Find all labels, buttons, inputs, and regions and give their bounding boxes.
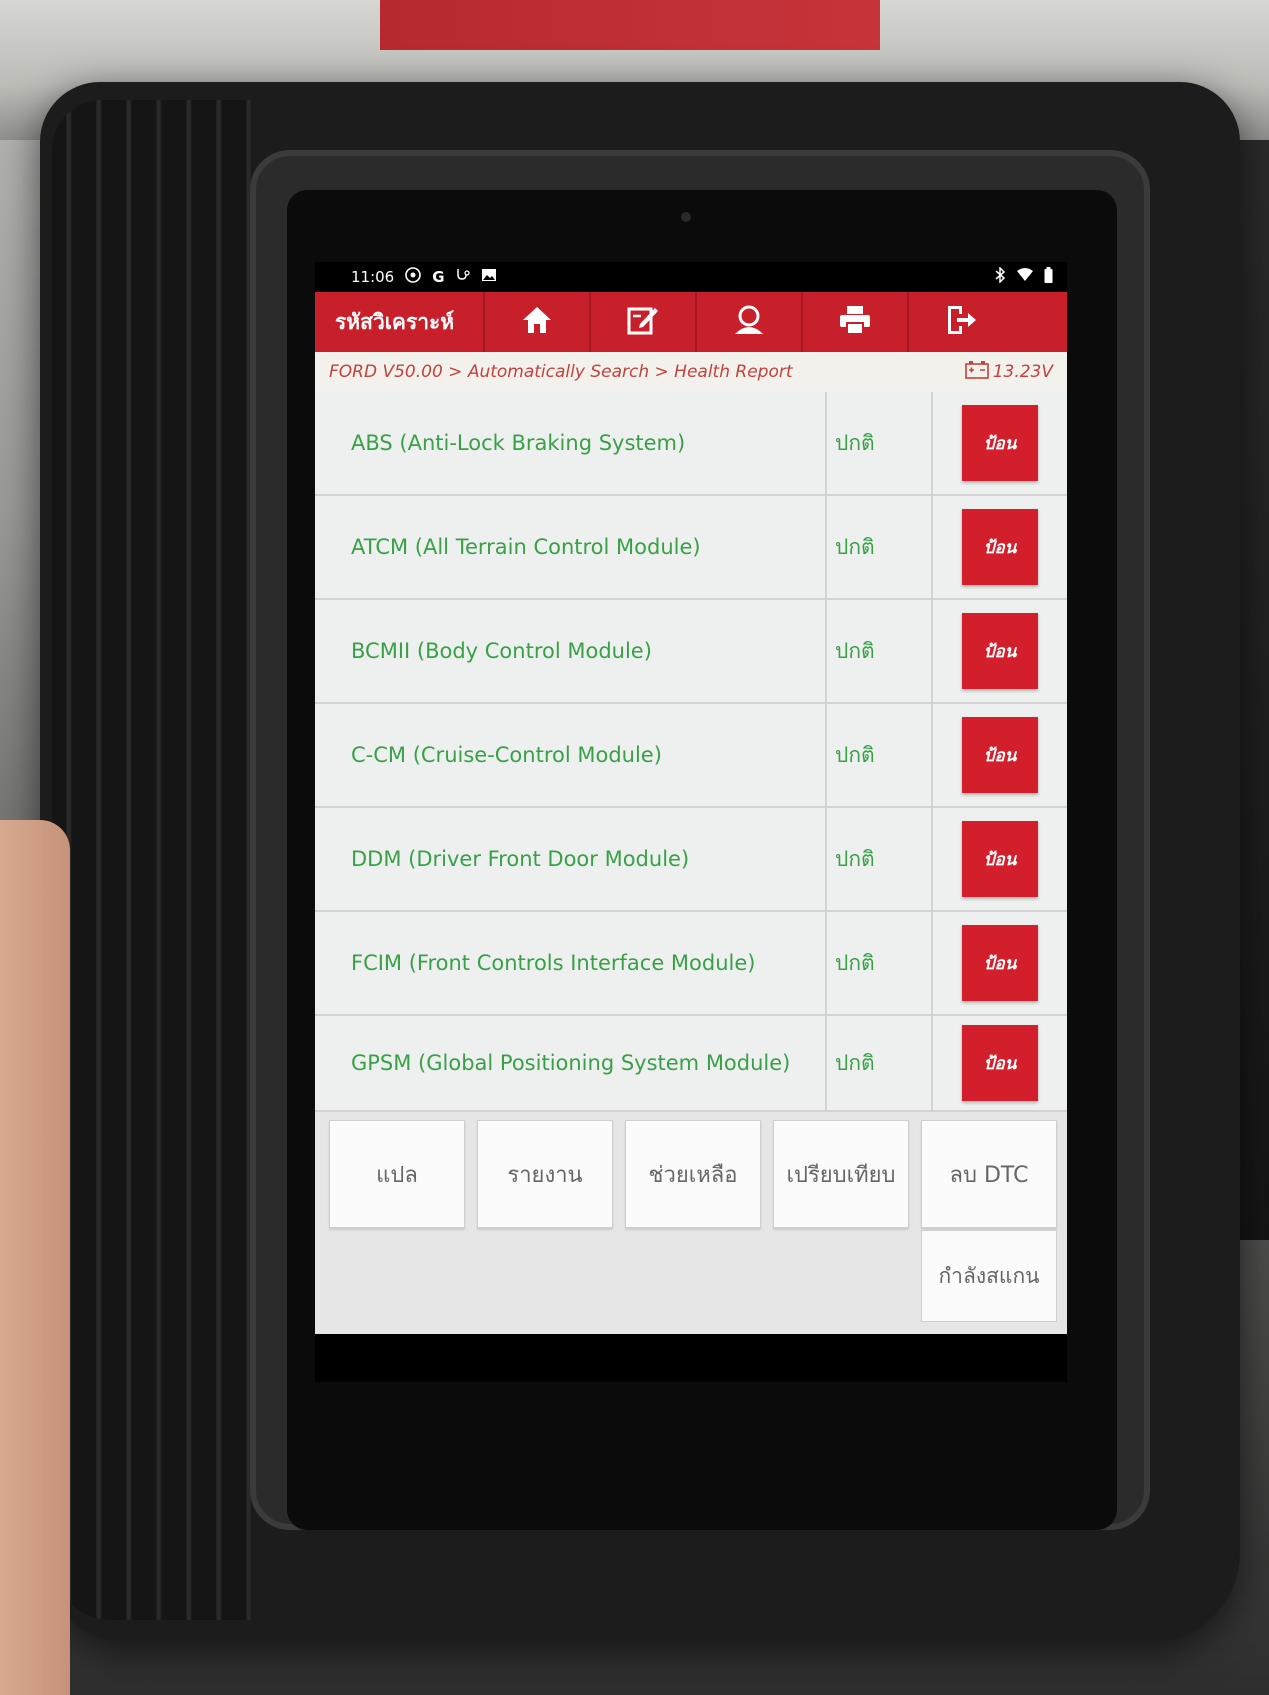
settings-icon xyxy=(404,266,422,288)
camera-icon xyxy=(681,212,691,222)
battery-icon xyxy=(1044,267,1053,287)
app-toolbar: รหัสวิเคราะห์ xyxy=(315,292,1067,352)
module-status: ปกติ xyxy=(827,808,933,910)
compare-button[interactable]: เปรียบเทียบ xyxy=(773,1120,909,1228)
module-list: ABS (Anti-Lock Braking System) ปกติ ป้อน… xyxy=(315,392,1067,1112)
toolbar-title: รหัสวิเคราะห์ xyxy=(335,309,455,334)
table-row: ATCM (All Terrain Control Module) ปกติ ป… xyxy=(315,496,1067,600)
back-icon[interactable] xyxy=(518,1377,552,1382)
module-name: BCMII (Body Control Module) xyxy=(315,600,827,702)
wifi-icon xyxy=(1016,268,1034,286)
module-name: ATCM (All Terrain Control Module) xyxy=(315,496,827,598)
table-row: FCIM (Front Controls Interface Module) ป… xyxy=(315,912,1067,1016)
voltage-indicator: 13.23V xyxy=(964,360,1053,384)
function-panel: แปล รายงาน ช่วยเหลือ เปรียบเทียบ ลบ DTC … xyxy=(315,1112,1067,1334)
voltage-value: 13.23V xyxy=(992,362,1053,382)
module-name: GPSM (Global Positioning System Module) xyxy=(315,1016,827,1110)
report-button[interactable]: รายงาน xyxy=(477,1120,613,1228)
android-nav-bar xyxy=(315,1334,1067,1382)
home-nav-icon[interactable] xyxy=(622,1377,656,1382)
bluetooth-icon xyxy=(994,266,1006,287)
google-icon: G xyxy=(432,268,445,286)
diagnostic-icon xyxy=(455,267,471,287)
print-icon xyxy=(838,304,872,340)
tablet-grip-ribs xyxy=(52,100,252,1620)
enter-module-button[interactable]: ป้อน xyxy=(962,509,1038,585)
user-icon xyxy=(732,304,766,340)
module-status: ปกติ xyxy=(827,496,933,598)
exit-button[interactable] xyxy=(907,292,1013,352)
table-row: BCMII (Body Control Module) ปกติ ป้อน xyxy=(315,600,1067,704)
image-icon xyxy=(481,268,497,286)
edit-icon xyxy=(626,304,660,340)
module-name: DDM (Driver Front Door Module) xyxy=(315,808,827,910)
background-hand xyxy=(0,820,70,1695)
user-button[interactable] xyxy=(695,292,801,352)
module-name: FCIM (Front Controls Interface Module) xyxy=(315,912,827,1014)
translate-button[interactable]: แปล xyxy=(329,1120,465,1228)
status-time: 11:06 xyxy=(351,268,395,286)
table-row: DDM (Driver Front Door Module) ปกติ ป้อน xyxy=(315,808,1067,912)
module-status: ปกติ xyxy=(827,704,933,806)
exit-icon xyxy=(944,304,978,340)
module-status: ปกติ xyxy=(827,912,933,1014)
table-row: GPSM (Global Positioning System Module) … xyxy=(315,1016,1067,1112)
print-button[interactable] xyxy=(801,292,907,352)
table-row: ABS (Anti-Lock Braking System) ปกติ ป้อน xyxy=(315,392,1067,496)
scanning-button[interactable]: กำลังสแกน xyxy=(921,1230,1057,1322)
enter-module-button[interactable]: ป้อน xyxy=(962,821,1038,897)
module-status: ปกติ xyxy=(827,392,933,494)
tablet-screen: 11:06 G รหัสวิเคราะห์ FORD V50.00 > Auto… xyxy=(315,262,1067,1382)
status-bar: 11:06 G xyxy=(315,262,1067,292)
car-battery-icon xyxy=(964,360,989,384)
enter-module-button[interactable]: ป้อน xyxy=(962,613,1038,689)
module-name: ABS (Anti-Lock Braking System) xyxy=(315,392,827,494)
table-row: C-CM (Cruise-Control Module) ปกติ ป้อน xyxy=(315,704,1067,808)
breadcrumb-path: FORD V50.00 > Automatically Search > Hea… xyxy=(329,362,793,382)
module-status: ปกติ xyxy=(827,1016,933,1110)
module-name: C-CM (Cruise-Control Module) xyxy=(315,704,827,806)
module-status: ปกติ xyxy=(827,600,933,702)
background-sign xyxy=(380,0,880,50)
breadcrumb: FORD V50.00 > Automatically Search > Hea… xyxy=(315,352,1067,392)
enter-module-button[interactable]: ป้อน xyxy=(962,717,1038,793)
enter-module-button[interactable]: ป้อน xyxy=(962,405,1038,481)
help-button[interactable]: ช่วยเหลือ xyxy=(625,1120,761,1228)
home-icon xyxy=(521,305,553,339)
enter-module-button[interactable]: ป้อน xyxy=(962,1025,1038,1101)
screenshot-icon[interactable] xyxy=(830,1377,864,1382)
edit-button[interactable] xyxy=(589,292,695,352)
home-button[interactable] xyxy=(483,292,589,352)
clear-dtc-button[interactable]: ลบ DTC xyxy=(921,1120,1057,1228)
recents-icon[interactable] xyxy=(726,1377,760,1382)
enter-module-button[interactable]: ป้อน xyxy=(962,925,1038,1001)
